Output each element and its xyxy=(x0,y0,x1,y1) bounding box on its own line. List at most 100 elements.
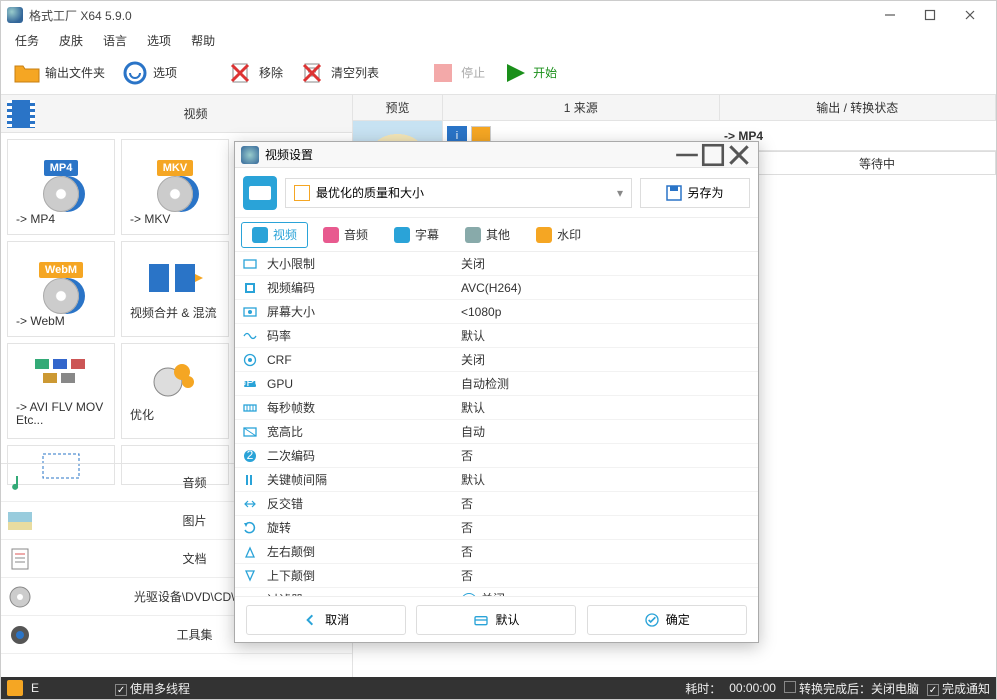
setting-icon xyxy=(235,569,265,583)
video-header[interactable]: 视频 xyxy=(1,95,352,133)
tile-optimize[interactable]: 优化 xyxy=(121,343,229,439)
setting-row[interactable]: 屏幕大小<1080p xyxy=(235,300,758,324)
tab-audio[interactable]: 音频 xyxy=(312,222,379,248)
output-path[interactable]: E xyxy=(31,681,39,695)
tb-options[interactable]: 选项 xyxy=(115,57,183,89)
dialog-app-icon xyxy=(241,146,259,164)
setting-row[interactable]: 反交错否 xyxy=(235,492,758,516)
setting-value[interactable]: 否 xyxy=(455,495,758,512)
maximize-button[interactable] xyxy=(910,3,950,27)
other-tab-icon xyxy=(465,227,481,243)
setting-value[interactable]: 否 xyxy=(455,447,758,464)
col-source[interactable]: 1 来源 xyxy=(443,95,720,120)
etc-icon xyxy=(33,355,89,395)
setting-row[interactable]: 过滤器off关闭 xyxy=(235,588,758,596)
tab-video[interactable]: 视频 xyxy=(241,222,308,248)
tb-start[interactable]: 开始 xyxy=(495,57,563,89)
tb-output-folder[interactable]: 输出文件夹 xyxy=(7,57,111,89)
default-button[interactable]: 默认 xyxy=(416,605,576,635)
setting-value[interactable]: AVC(H264) xyxy=(455,281,758,295)
setting-row[interactable]: 码率默认 xyxy=(235,324,758,348)
setting-value[interactable]: <1080p xyxy=(455,305,758,319)
tb-remove[interactable]: 移除 xyxy=(221,57,289,89)
back-arrow-icon xyxy=(303,612,319,628)
setting-icon: GPU xyxy=(235,377,265,391)
setting-key: 视频编码 xyxy=(265,279,455,296)
tile-mkv[interactable]: MKV -> MKV xyxy=(121,139,229,235)
col-preview[interactable]: 预览 xyxy=(353,95,443,120)
setting-row[interactable]: 上下颠倒否 xyxy=(235,564,758,588)
setting-row[interactable]: 关键帧间隔默认 xyxy=(235,468,758,492)
setting-icon xyxy=(235,329,265,343)
setting-row[interactable]: 大小限制关闭 xyxy=(235,252,758,276)
preset-icon xyxy=(243,176,277,210)
output-folder-icon[interactable] xyxy=(7,680,23,696)
subtitle-tab-icon xyxy=(394,227,410,243)
tab-watermark[interactable]: 水印 xyxy=(525,222,592,248)
setting-row[interactable]: 左右颠倒否 xyxy=(235,540,758,564)
setting-value[interactable]: 默认 xyxy=(455,471,758,488)
menu-task[interactable]: 任务 xyxy=(7,30,47,51)
dialog-close-button[interactable] xyxy=(726,145,752,165)
setting-key: 宽高比 xyxy=(265,423,455,440)
shutdown-toggle[interactable]: 转换完成后：关闭电脑 xyxy=(784,680,919,697)
dialog-buttons: 取消 默认 确定 xyxy=(235,596,758,642)
status-bar: E 使用多线程 耗时： 00:00:00 转换完成后：关闭电脑 完成通知 xyxy=(1,677,996,699)
dialog-top: 最优化的质量和大小 ▾ 另存为 xyxy=(235,168,758,218)
save-as-button[interactable]: 另存为 xyxy=(640,178,750,208)
tb-stop[interactable]: 停止 xyxy=(423,57,491,89)
tile-mp4[interactable]: MP4 -> MP4 xyxy=(7,139,115,235)
setting-icon xyxy=(235,497,265,511)
multithread-toggle[interactable]: 使用多线程 xyxy=(115,680,190,697)
dialog-minimize-button[interactable] xyxy=(674,145,700,165)
tb-clear[interactable]: 清空列表 xyxy=(293,57,385,89)
document-icon xyxy=(7,546,33,572)
tile-webm[interactable]: WebM -> WebM xyxy=(7,241,115,337)
menu-help[interactable]: 帮助 xyxy=(183,30,223,51)
menu-language[interactable]: 语言 xyxy=(95,30,135,51)
setting-row[interactable]: CRF关闭 xyxy=(235,348,758,372)
setting-value[interactable]: 默认 xyxy=(455,327,758,344)
setting-icon xyxy=(235,305,265,319)
setting-row[interactable]: 视频编码AVC(H264) xyxy=(235,276,758,300)
dialog-maximize-button[interactable] xyxy=(700,145,726,165)
setting-icon xyxy=(235,353,265,367)
ok-button[interactable]: 确定 xyxy=(587,605,747,635)
setting-value[interactable]: 自动 xyxy=(455,423,758,440)
setting-key: 大小限制 xyxy=(265,255,455,272)
setting-row[interactable]: 旋转否 xyxy=(235,516,758,540)
notify-toggle[interactable]: 完成通知 xyxy=(927,680,990,697)
tab-other[interactable]: 其他 xyxy=(454,222,521,248)
setting-value[interactable]: 关闭 xyxy=(455,351,758,368)
dialog-tabs: 视频 音频 字幕 其他 水印 xyxy=(235,218,758,252)
setting-value[interactable]: 否 xyxy=(455,567,758,584)
save-icon xyxy=(666,185,682,201)
setting-value[interactable]: 默认 xyxy=(455,399,758,416)
main-window: 格式工厂 X64 5.9.0 任务 皮肤 语言 选项 帮助 输出文件夹 选项 移… xyxy=(0,0,997,700)
merge-icon xyxy=(147,258,203,298)
col-output[interactable]: 输出 / 转换状态 xyxy=(720,95,997,120)
tile-avi-etc[interactable]: -> AVI FLV MOV Etc... xyxy=(7,343,115,439)
setting-key: 每秒帧数 xyxy=(265,399,455,416)
setting-row[interactable]: 宽高比自动 xyxy=(235,420,758,444)
settings-grid[interactable]: 大小限制关闭视频编码AVC(H264)屏幕大小<1080p码率默认CRF关闭GP… xyxy=(235,252,758,596)
setting-value[interactable]: 关闭 xyxy=(455,255,758,272)
setting-row[interactable]: 每秒帧数默认 xyxy=(235,396,758,420)
setting-row[interactable]: 2二次编码否 xyxy=(235,444,758,468)
menu-skin[interactable]: 皮肤 xyxy=(51,30,91,51)
setting-key: 关键帧间隔 xyxy=(265,471,455,488)
setting-value[interactable]: 否 xyxy=(455,543,758,560)
preset-dropdown[interactable]: 最优化的质量和大小 ▾ xyxy=(285,178,632,208)
minimize-button[interactable] xyxy=(870,3,910,27)
setting-value[interactable]: 否 xyxy=(455,519,758,536)
watermark-tab-icon xyxy=(536,227,552,243)
close-button[interactable] xyxy=(950,3,990,27)
setting-key: 码率 xyxy=(265,327,455,344)
menu-options[interactable]: 选项 xyxy=(139,30,179,51)
cancel-button[interactable]: 取消 xyxy=(246,605,406,635)
remove-icon xyxy=(227,59,255,87)
setting-row[interactable]: GPUGPU自动检测 xyxy=(235,372,758,396)
tile-merge[interactable]: 视频合并 & 混流 xyxy=(121,241,229,337)
setting-value[interactable]: 自动检测 xyxy=(455,375,758,392)
tab-subtitle[interactable]: 字幕 xyxy=(383,222,450,248)
